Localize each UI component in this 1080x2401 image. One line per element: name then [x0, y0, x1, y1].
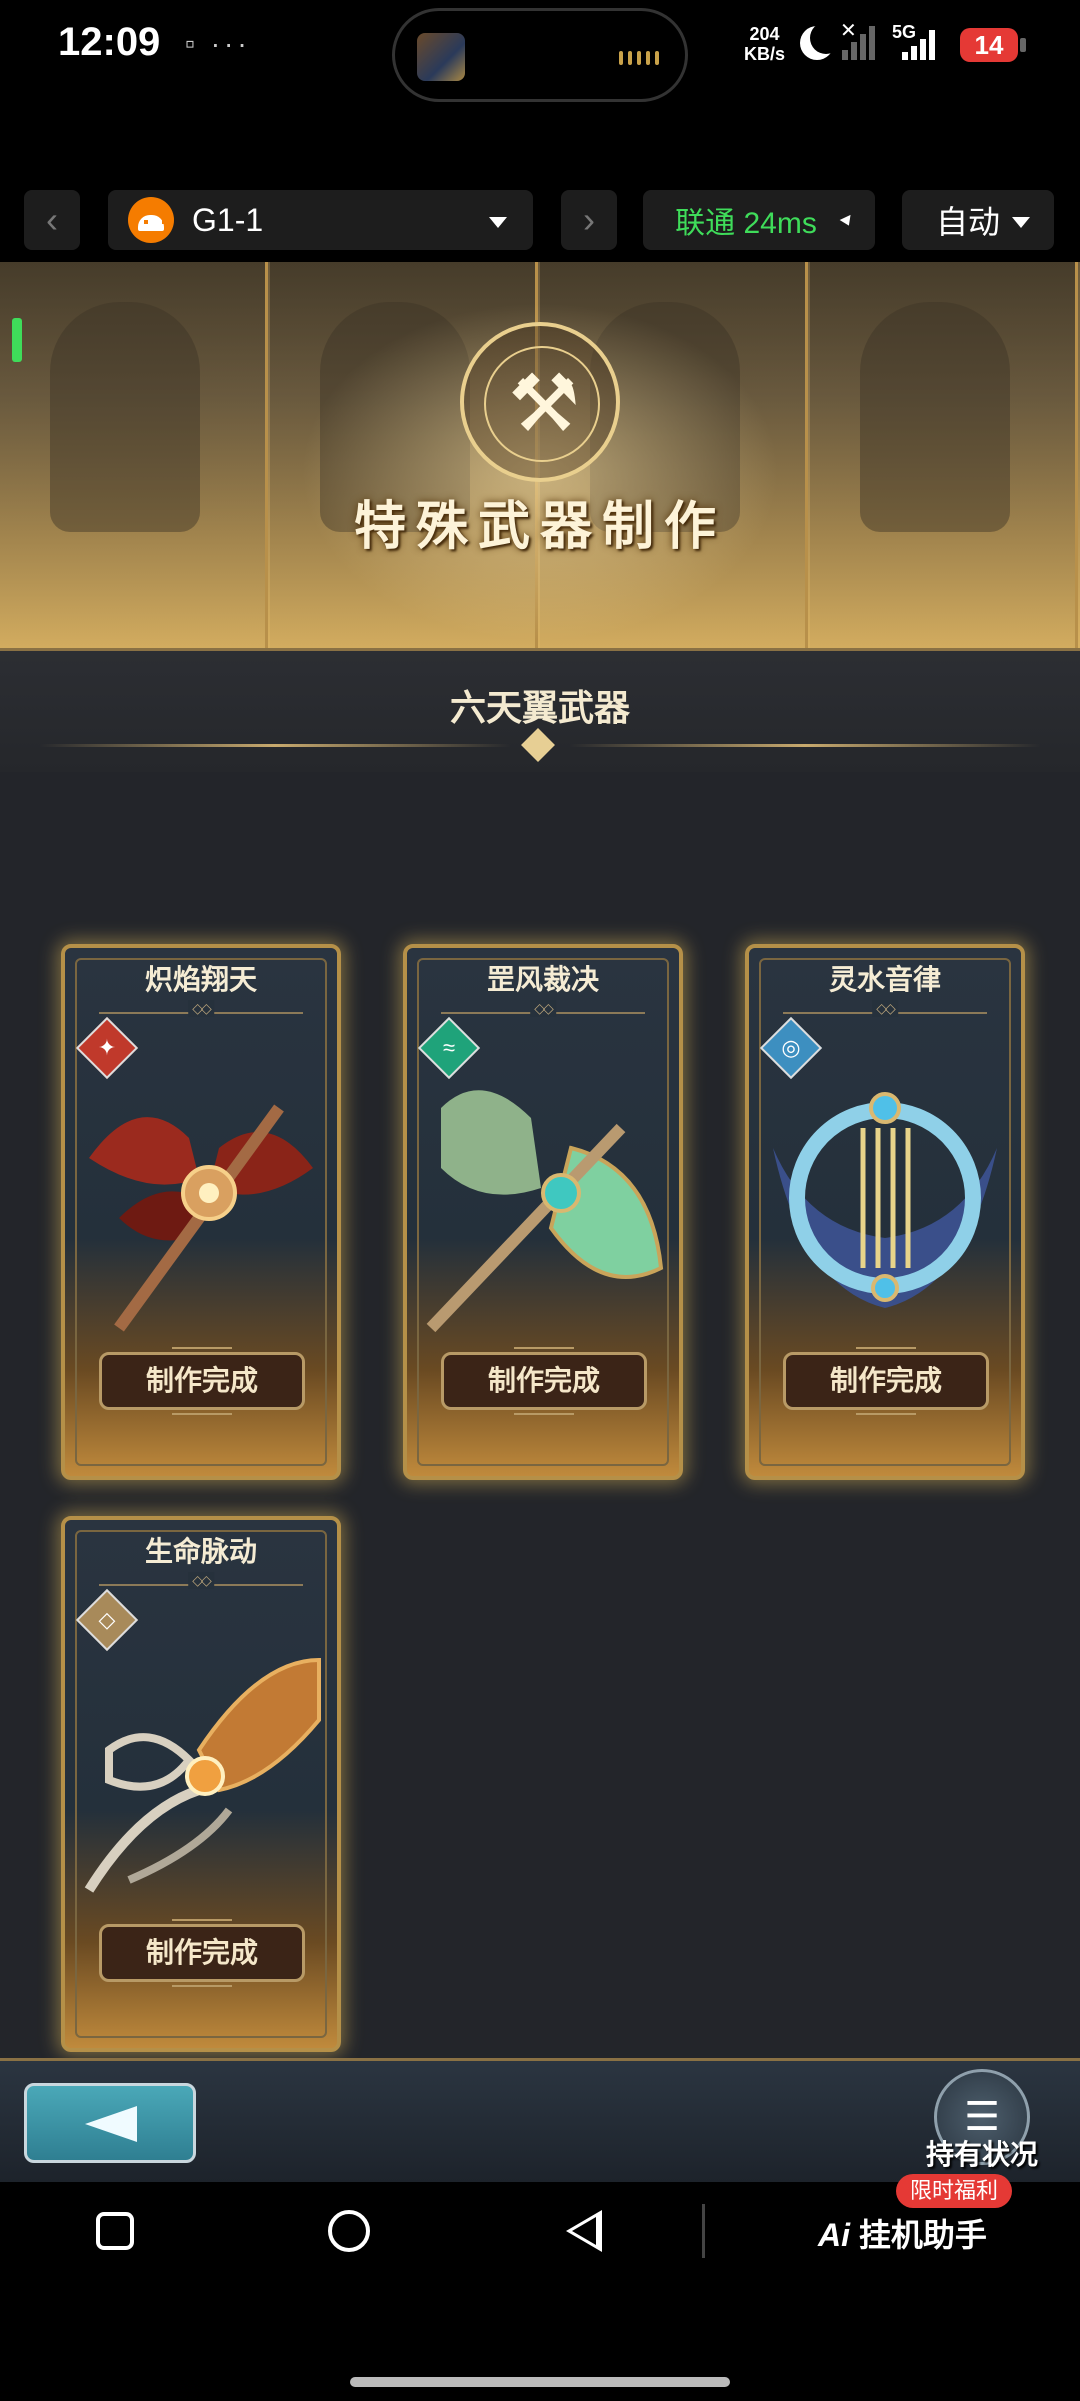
ornament-line: [570, 744, 1040, 747]
weapon-card-wind[interactable]: 罡风裁决 ≈ 制作完成: [403, 944, 683, 1480]
weapon-image: [426, 1090, 664, 1333]
game-screen: ⚒ 特殊武器制作 六天翼武器 炽焰翔天 ✦ 制作完成 罡风裁决 ≈: [0, 262, 1080, 2182]
page-title: 特殊武器制作: [353, 496, 726, 557]
network-status-selector[interactable]: 联通 24ms: [643, 190, 875, 250]
device-selector[interactable]: G1-1: [108, 190, 533, 250]
craft-complete-button[interactable]: 制作完成: [441, 1347, 647, 1415]
divider: [783, 1012, 987, 1014]
character-panel: [0, 262, 268, 648]
weapon-name: 炽焰翔天: [144, 963, 257, 996]
divider: [441, 1012, 645, 1014]
weapon-image: [773, 1092, 997, 1308]
divider: [99, 1584, 303, 1586]
assistant-button[interactable]: Ai 挂机助手: [818, 2210, 987, 2256]
mode-label: 自动: [936, 204, 1001, 240]
anvil-emblem-icon: ⚒: [460, 322, 620, 482]
ornament-line: [40, 744, 510, 747]
mode-selector[interactable]: 自动: [902, 190, 1054, 250]
weapon-card-earth[interactable]: 生命脉动 ◇ 制作完成: [61, 1516, 341, 2052]
craft-complete-button[interactable]: 制作完成: [783, 1347, 989, 1415]
dynamic-island[interactable]: [392, 8, 688, 102]
audio-bars-icon: [619, 51, 659, 65]
game-back-button[interactable]: [24, 2083, 196, 2163]
system-nav-bar: Ai 挂机助手 限时福利: [0, 2174, 1080, 2401]
chevron-left-icon: ‹: [46, 199, 58, 240]
status-bar: 12:09 ▫ ··· 204 KB/s ✕ 5G 14: [0, 0, 1080, 102]
chevron-right-icon: ›: [583, 199, 595, 240]
recents-button[interactable]: [96, 2212, 134, 2250]
ornament-diamond-icon: [521, 728, 555, 762]
prev-device-button[interactable]: ‹: [24, 190, 80, 250]
divider: [99, 1012, 303, 1014]
home-indicator[interactable]: [350, 2377, 730, 2387]
device-name: G1-1: [192, 201, 264, 238]
weapon-card-water[interactable]: 灵水音律 ◎ 制作完成: [745, 944, 1025, 1480]
notification-icons: ▫ ···: [185, 28, 251, 59]
home-button[interactable]: [328, 2210, 370, 2252]
caret-down-icon: [489, 217, 507, 228]
promo-badge[interactable]: 限时福利: [896, 2174, 1013, 2208]
game-thumbnail-icon: [417, 33, 465, 81]
control-toolbar: ‹ G1-1 › 联通 24ms 自动: [0, 190, 1080, 256]
weapon-image: [89, 1104, 313, 1332]
android-icon: [128, 197, 174, 243]
section-header: 六天翼武器: [0, 648, 1080, 772]
dnd-moon-icon: [800, 22, 842, 60]
holdings-label: 持有状况: [925, 2138, 1038, 2171]
weapon-name: 生命脉动: [144, 1535, 257, 1568]
caret-icon: [839, 214, 855, 229]
weapon-card-fire[interactable]: 炽焰翔天 ✦ 制作完成: [61, 944, 341, 1480]
signal-sim2-icon: [902, 30, 935, 60]
section-title: 六天翼武器: [449, 687, 630, 729]
battery-level: 14: [960, 28, 1018, 62]
weapon-name: 灵水音律: [828, 963, 941, 996]
assistant-label: 挂机助手: [858, 2217, 987, 2253]
back-button[interactable]: [566, 2210, 602, 2252]
signal-sim1-icon: [842, 26, 875, 60]
weapon-name: 罡风裁决: [486, 963, 599, 996]
craft-complete-button[interactable]: 制作完成: [99, 1919, 305, 1987]
net-speed: 204 KB/s: [744, 24, 786, 64]
caret-down-icon: [1012, 217, 1030, 228]
character-panel: [810, 262, 1078, 648]
header-banner: ⚒ 特殊武器制作: [0, 262, 1080, 648]
network-status: 联通 24ms: [675, 207, 817, 240]
battery-cap-icon: [1020, 38, 1026, 52]
status-indicator: [12, 318, 22, 362]
divider: [702, 2204, 705, 2258]
craft-complete-button[interactable]: 制作完成: [99, 1347, 305, 1415]
game-bottom-bar: ☰ 持有状况: [0, 2058, 1080, 2182]
clock: 12:09: [58, 20, 161, 64]
holdings-button[interactable]: ☰ 持有状况: [912, 2069, 1052, 2181]
ai-logo-icon: Ai: [818, 2217, 850, 2253]
next-device-button[interactable]: ›: [561, 190, 617, 250]
weapon-image: [84, 1657, 321, 1893]
